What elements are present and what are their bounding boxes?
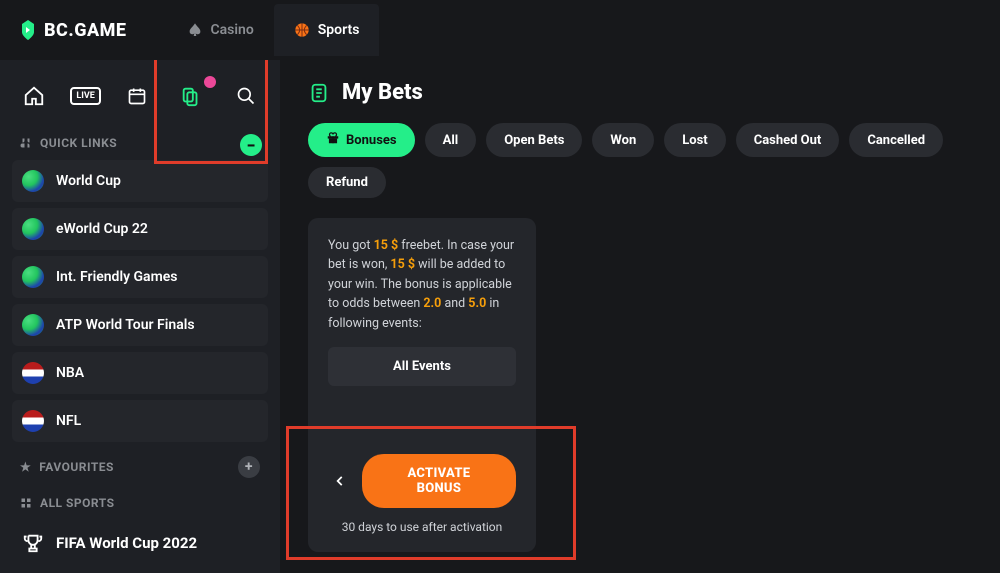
- filter-label: Cashed Out: [754, 133, 822, 148]
- sport-item-fifa[interactable]: FIFA World Cup 2022: [12, 520, 268, 566]
- brand-name: BC.GAME: [44, 20, 127, 41]
- sidebar-item-label: ATP World Tour Finals: [56, 317, 195, 333]
- filter-label: Cancelled: [867, 133, 925, 148]
- sidebar-item-atp[interactable]: ATP World Tour Finals: [12, 304, 268, 346]
- favourites-label: FAVOURITES: [39, 460, 114, 474]
- filter-label: Won: [610, 133, 636, 148]
- home-icon[interactable]: [16, 80, 52, 112]
- bonus-description: You got 15 $ freebet. In case your bet i…: [328, 236, 516, 333]
- globe-icon: [22, 266, 44, 288]
- search-icon[interactable]: [228, 80, 264, 112]
- flag-us-icon: [22, 362, 44, 384]
- ticket-icon[interactable]: [173, 80, 209, 112]
- globe-icon: [22, 170, 44, 192]
- bets-icon: [308, 82, 330, 104]
- filter-cashed-out[interactable]: Cashed Out: [736, 123, 840, 157]
- trophy-icon: [22, 532, 44, 554]
- live-icon[interactable]: LIVE: [70, 87, 100, 105]
- events-label: All Events: [393, 359, 451, 374]
- filter-open-bets[interactable]: Open Bets: [486, 123, 582, 157]
- calendar-icon[interactable]: [119, 80, 155, 112]
- bonus-card: You got 15 $ freebet. In case your bet i…: [308, 218, 536, 552]
- sidebar-item-label: NFL: [56, 413, 81, 429]
- filter-refund[interactable]: Refund: [308, 167, 386, 198]
- sidebar-item-friendly-games[interactable]: Int. Friendly Games: [12, 256, 268, 298]
- tab-sports-label: Sports: [318, 22, 360, 38]
- sidebar-item-label: World Cup: [56, 173, 121, 189]
- filter-lost[interactable]: Lost: [664, 123, 725, 157]
- add-favourite-button[interactable]: +: [238, 456, 260, 478]
- brand-icon: [16, 18, 40, 42]
- sidebar-item-world-cup[interactable]: World Cup: [12, 160, 268, 202]
- main-content: My Bets Bonuses All Open Bets Won Lost C…: [280, 60, 1000, 573]
- events-box[interactable]: All Events: [328, 347, 516, 386]
- flag-us-icon: [22, 410, 44, 432]
- tab-sports[interactable]: Sports: [274, 4, 380, 56]
- live-label: LIVE: [76, 91, 94, 101]
- all-sports-header: ALL SPORTS: [12, 488, 268, 520]
- globe-icon: [22, 218, 44, 240]
- sidebar-item-eworld-cup[interactable]: eWorld Cup 22: [12, 208, 268, 250]
- sidebar-item-label: eWorld Cup 22: [56, 221, 148, 237]
- sidebar-item-label: Int. Friendly Games: [56, 269, 177, 285]
- globe-icon: [22, 314, 44, 336]
- quick-links-label: QUICK LINKS: [40, 136, 117, 150]
- basketball-icon: [294, 22, 310, 38]
- notification-badge: [204, 76, 216, 88]
- collapse-button[interactable]: −: [240, 134, 262, 156]
- filter-label: Bonuses: [346, 133, 397, 148]
- filter-row: Bonuses All Open Bets Won Lost Cashed Ou…: [308, 123, 972, 198]
- sidebar-item-nba[interactable]: NBA: [12, 352, 268, 394]
- sidebar-item-nfl[interactable]: NFL: [12, 400, 268, 442]
- activate-bonus-button[interactable]: ACTIVATE BONUS: [362, 454, 516, 508]
- page-title: My Bets: [342, 80, 423, 105]
- filter-label: Open Bets: [504, 133, 564, 148]
- filter-bonuses[interactable]: Bonuses: [308, 123, 415, 157]
- tab-casino-label: Casino: [211, 22, 254, 38]
- sidebar: LIVE − QUICK LINKS World Cup eW: [0, 60, 280, 573]
- filter-label: Refund: [326, 175, 368, 190]
- bonus-subnote: 30 days to use after activation: [328, 520, 516, 534]
- sport-item-soccer[interactable]: Soccer +: [12, 566, 268, 573]
- gift-icon: [326, 131, 340, 149]
- filter-all[interactable]: All: [425, 123, 477, 157]
- spade-icon: [187, 22, 203, 38]
- filter-label: Lost: [682, 133, 707, 148]
- sport-item-label: FIFA World Cup 2022: [56, 534, 197, 552]
- favourites-header: ★ FAVOURITES +: [12, 448, 268, 488]
- filter-label: All: [443, 133, 459, 148]
- quick-links-header: QUICK LINKS: [12, 128, 268, 160]
- filter-won[interactable]: Won: [592, 123, 654, 157]
- star-icon: ★: [20, 460, 31, 474]
- tab-casino[interactable]: Casino: [167, 4, 274, 56]
- filter-cancelled[interactable]: Cancelled: [849, 123, 943, 157]
- all-sports-label: ALL SPORTS: [40, 496, 115, 510]
- chevron-left-icon[interactable]: [328, 469, 352, 493]
- sidebar-item-label: NBA: [56, 365, 84, 381]
- brand-logo[interactable]: BC.GAME: [16, 18, 127, 42]
